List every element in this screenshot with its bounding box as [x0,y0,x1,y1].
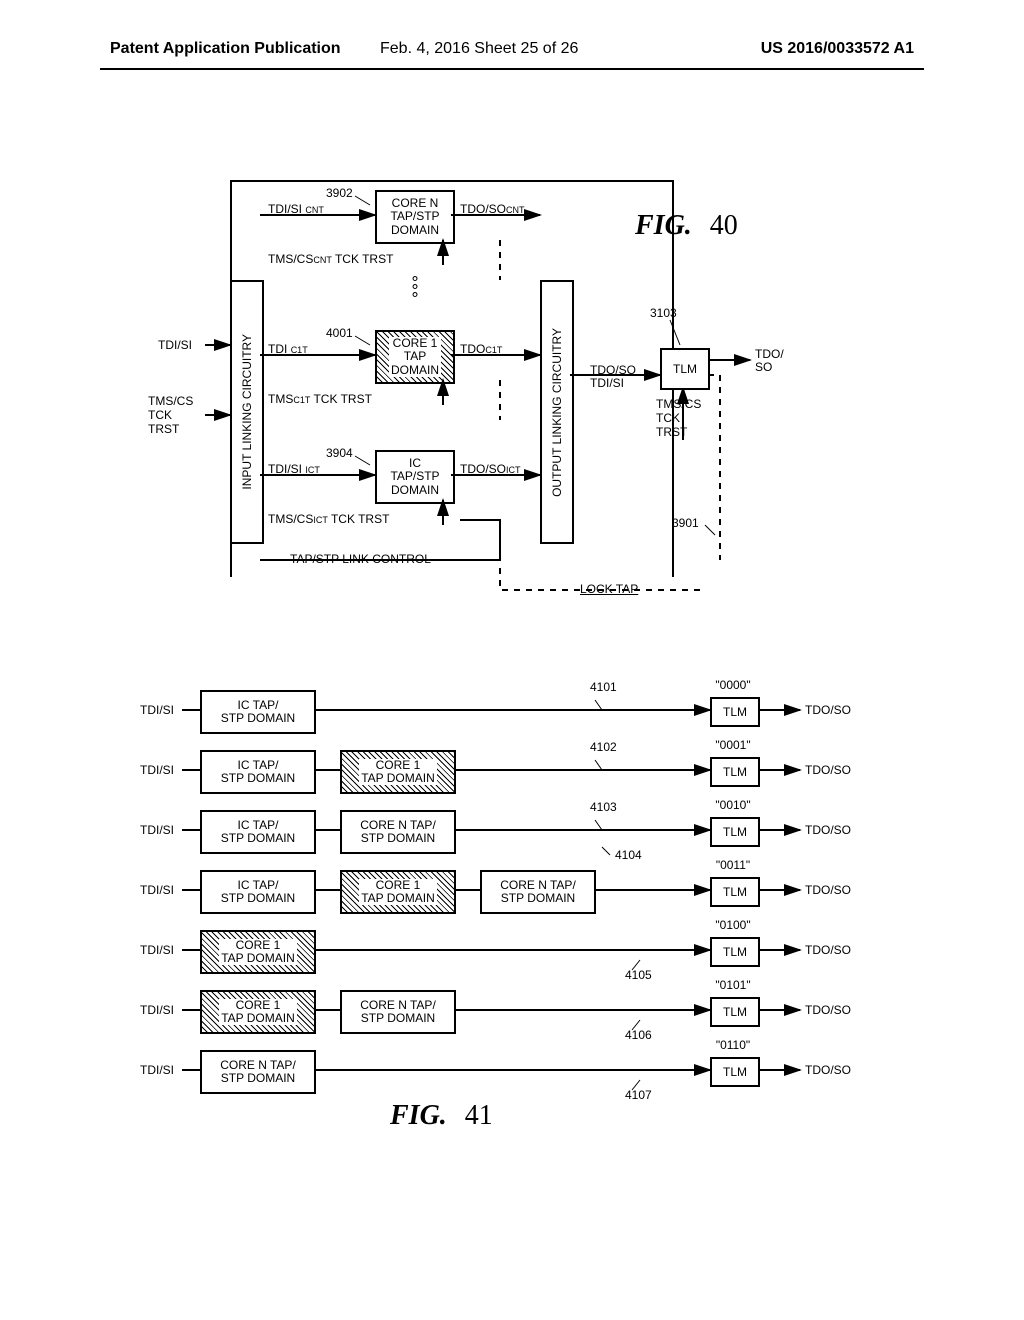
r4-core1: CORE 1 TAP DOMAIN [340,870,456,914]
r6-core1: CORE 1 TAP DOMAIN [200,990,316,1034]
ref-3904: 3904 [326,446,353,460]
label-tms-in: TMS/CS TCK TRST [148,395,193,436]
r3-tdoso: TDO/SO [805,823,851,837]
tlm-input-labels: TDO/SO TDI/SI [590,364,636,390]
output-linking-label: OUTPUT LINKING CIRCUITRY [550,328,564,497]
r7-tdoso: TDO/SO [805,1063,851,1077]
input-linking-label: INPUT LINKING CIRCUITRY [240,334,254,490]
ic-tdi-label: TDI/SI ICT [268,462,320,476]
header-left: Patent Application Publication [110,40,341,58]
fig41-title: FIG.41 [390,1100,493,1132]
r4-tdisi: TDI/SI [140,883,174,897]
output-linking-circuitry: OUTPUT LINKING CIRCUITRY [540,280,574,544]
r5-core1: CORE 1 TAP DOMAIN [200,930,316,974]
r2-tlm: TLM [710,757,760,787]
r7-coren: CORE N TAP/ STP DOMAIN [200,1050,316,1094]
input-linking-circuitry: INPUT LINKING CIRCUITRY [230,280,264,544]
ref-4106: 4106 [625,1028,652,1042]
core1-tms-label: TMSC1T TCK TRST [268,392,372,406]
lock-tap: LOCK TAP [580,582,638,596]
header-center: Feb. 4, 2016 Sheet 25 of 26 [380,40,578,58]
ic-tms-label: TMS/CSICT TCK TRST [268,512,389,526]
ref-4104: 4104 [615,848,642,862]
r4-ictap: IC TAP/ STP DOMAIN [200,870,316,914]
ref-3103: 3103 [650,306,677,320]
r3-coren: CORE N TAP/ STP DOMAIN [340,810,456,854]
r7-tlm: TLM [710,1057,760,1087]
core1-tdo-label: TDOC1T [460,342,502,356]
r3-ictap: IC TAP/ STP DOMAIN [200,810,316,854]
figure-40: INPUT LINKING CIRCUITRY OUTPUT LINKING C… [160,180,860,600]
r2-bits: "0001" [706,738,760,752]
r7-tdisi: TDI/SI [140,1063,174,1077]
r6-tdisi: TDI/SI [140,1003,174,1017]
r5-tdisi: TDI/SI [140,943,174,957]
ref-4103: 4103 [590,800,617,814]
r2-tdoso: TDO/SO [805,763,851,777]
r6-tdoso: TDO/SO [805,1003,851,1017]
ref-3901: 3901 [672,516,699,530]
core-n-tap-stp-domain: CORE N TAP/STP DOMAIN [375,190,455,244]
r4-tdoso: TDO/SO [805,883,851,897]
r1-tdoso: TDO/SO [805,703,851,717]
r1-tlm: TLM [710,697,760,727]
ref-4105: 4105 [625,968,652,982]
r6-bits: "0101" [706,978,760,992]
r5-tdoso: TDO/SO [805,943,851,957]
figure-41: TDI/SI IC TAP/ STP DOMAIN TLM "0000" TDO… [140,680,870,1180]
r3-tdisi: TDI/SI [140,823,174,837]
ref-4102: 4102 [590,740,617,754]
vertical-ellipsis: ∘∘∘ [410,275,418,299]
r3-bits: "0010" [706,798,760,812]
ic-tap-stp-domain: IC TAP/STP DOMAIN [375,450,455,504]
r2-ictap: IC TAP/ STP DOMAIN [200,750,316,794]
fig40-title: FIG.40 [635,210,738,242]
r4-bits: "0011" [706,858,760,872]
tlm-tms-labels: TMS/CS TCK TRST [656,398,701,439]
header-right: US 2016/0033572 A1 [761,40,914,58]
ic-tdo-label: TDO/SOICT [460,462,521,476]
r2-core1: CORE 1 TAP DOMAIN [340,750,456,794]
tlm-output-label: TDO/ SO [755,348,784,374]
r4-tlm: TLM [710,877,760,907]
r7-bits: "0110" [706,1038,760,1052]
ref-3902: 3902 [326,186,353,200]
r1-ictap: IC TAP/ STP DOMAIN [200,690,316,734]
coren-tdo-label: TDO/SOCNT [460,202,525,216]
ref-4101: 4101 [590,680,617,694]
r5-tlm: TLM [710,937,760,967]
header-rule [100,68,924,70]
ref-4001: 4001 [326,326,353,340]
r1-bits: "0000" [706,678,760,692]
coren-tms-label: TMS/CSCNT TCK TRST [268,252,393,266]
core-1-tap-domain: CORE 1 TAP DOMAIN [375,330,455,384]
r6-coren: CORE N TAP/ STP DOMAIN [340,990,456,1034]
tlm-block: TLM [660,348,710,390]
r3-tlm: TLM [710,817,760,847]
coren-tdi-label: TDI/SI CNT [268,202,324,216]
r6-tlm: TLM [710,997,760,1027]
core1-tdi-label: TDI C1T [268,342,308,356]
r4-coren: CORE N TAP/ STP DOMAIN [480,870,596,914]
label-tdisi-in: TDI/SI [158,338,192,352]
ref-4107: 4107 [625,1088,652,1102]
r1-tdisi: TDI/SI [140,703,174,717]
r2-tdisi: TDI/SI [140,763,174,777]
tap-link-control: TAP/STP LINK CONTROL [290,552,431,566]
r5-bits: "0100" [706,918,760,932]
